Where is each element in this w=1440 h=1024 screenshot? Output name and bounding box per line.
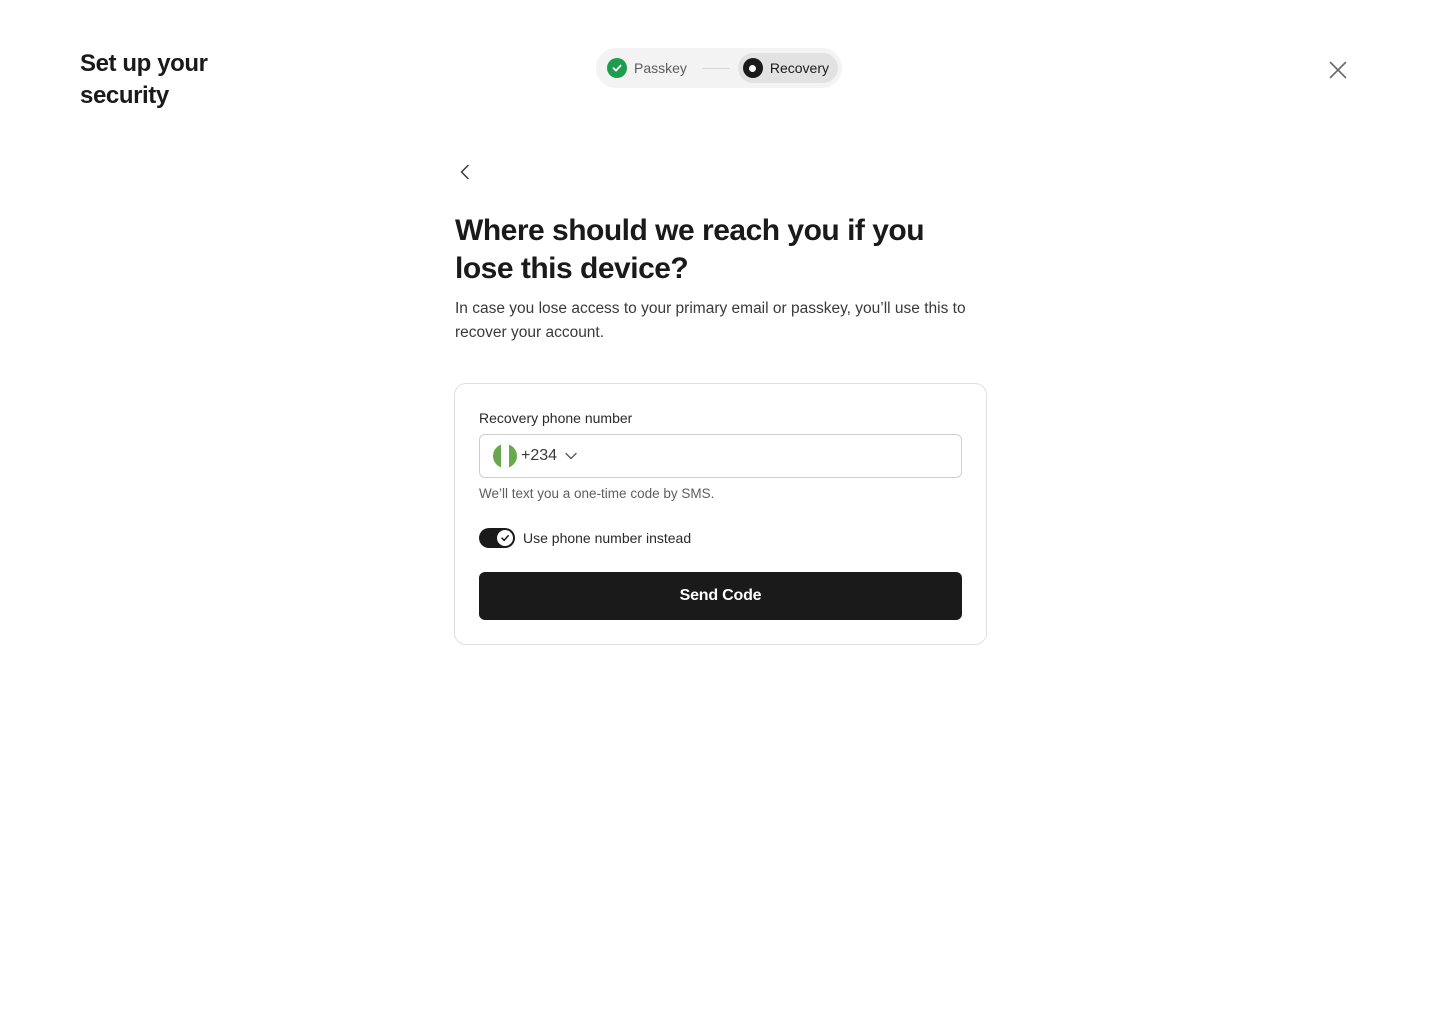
description: In case you lose access to your primary … (455, 300, 966, 341)
check-icon (501, 535, 509, 542)
use-phone-toggle[interactable] (479, 528, 515, 548)
helper-text: We’ll text you a one-time code by SMS. (479, 486, 715, 501)
headline: Where should we reach you if you lose th… (455, 214, 925, 285)
phone-input-group: +234 (479, 434, 962, 478)
chevron-down-icon (565, 452, 577, 460)
phone-label: Recovery phone number (479, 410, 633, 426)
use-phone-toggle-row: Use phone number instead (479, 528, 691, 548)
toggle-label: Use phone number instead (523, 530, 692, 546)
active-step-icon (742, 58, 763, 78)
step-recovery[interactable]: Recovery (737, 53, 838, 83)
dial-code[interactable]: +234 (521, 447, 557, 465)
chevron-left-icon (460, 164, 469, 180)
nigeria-flag-icon (493, 444, 517, 468)
step-connector (701, 67, 730, 69)
send-code-button[interactable]: Send Code (479, 572, 962, 620)
toggle-knob (497, 530, 513, 546)
recovery-form-card: Recovery phone number +234 We’ll text yo… (454, 383, 987, 645)
close-button[interactable] (1326, 58, 1350, 82)
check-circle-icon (607, 58, 627, 78)
step-recovery-label: Recovery (769, 60, 829, 76)
country-dropdown-button[interactable] (565, 452, 577, 460)
close-icon (1329, 61, 1347, 79)
phone-number-input[interactable] (577, 435, 961, 477)
step-passkey[interactable]: Passkey (607, 53, 687, 83)
progress-stepper: Passkey Recovery (596, 48, 842, 88)
page-title: Set up your security (80, 50, 208, 109)
step-passkey-label: Passkey (634, 60, 687, 76)
back-button[interactable] (453, 160, 477, 184)
